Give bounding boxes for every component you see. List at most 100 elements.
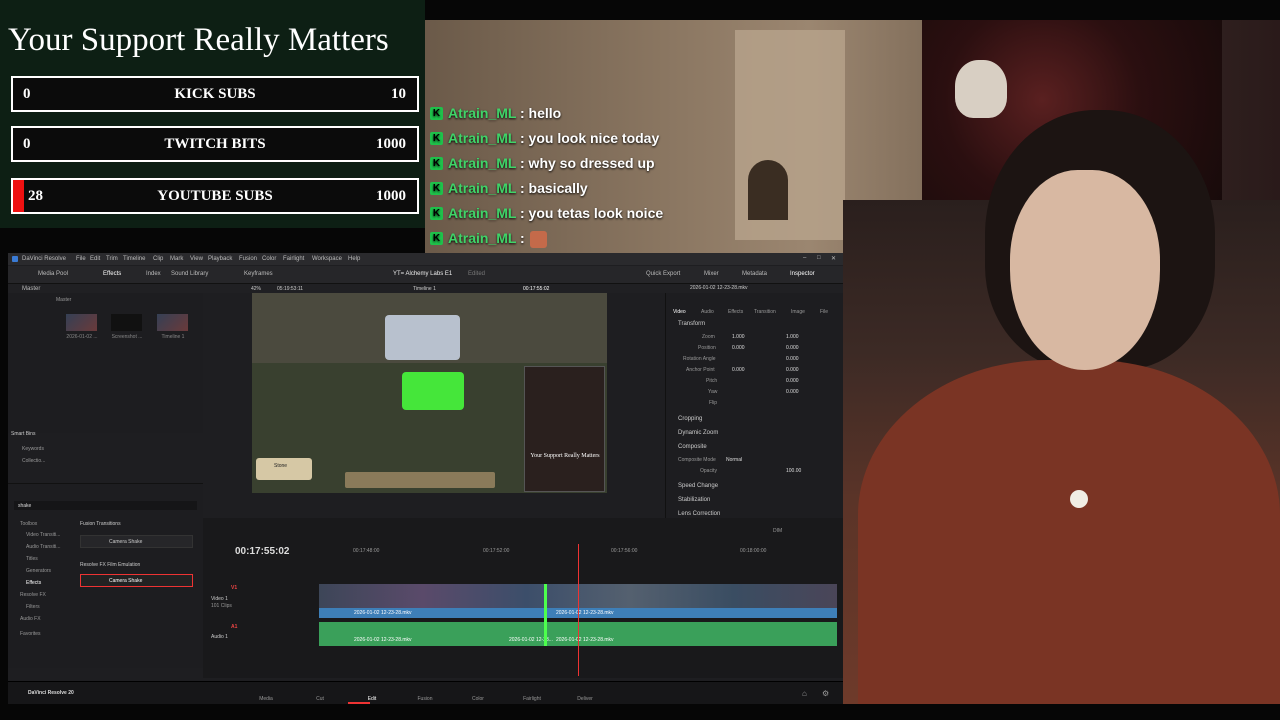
menu-file[interactable]: File [76, 256, 86, 262]
tab-image[interactable]: Image [791, 309, 805, 315]
dim-button[interactable]: DIM [773, 528, 782, 534]
tree-filters[interactable]: Filters [26, 604, 40, 610]
timeline-selector[interactable]: Timeline 1 [413, 286, 436, 292]
sound-library-button[interactable]: Sound Library [171, 271, 208, 277]
transform-section[interactable]: Transform [678, 321, 705, 327]
anchor-x-field[interactable]: 0.000 [732, 367, 745, 373]
timeline-thumbnail[interactable] [157, 314, 188, 331]
tree-effects[interactable]: Effects [26, 580, 41, 586]
edited-status: Edited [468, 271, 486, 277]
edit-marker [544, 584, 547, 646]
tree-generators[interactable]: Generators [26, 568, 51, 574]
menu-workspace[interactable]: Workspace [312, 256, 342, 262]
tree-video-transitions[interactable]: Video Transiti... [26, 532, 60, 538]
page-cut[interactable]: Cut [300, 696, 340, 702]
effects-search-input[interactable]: shake [14, 501, 197, 510]
timeline-timecode: 00:17:55:02 [235, 546, 290, 557]
close-icon[interactable]: ✕ [831, 255, 836, 262]
menu-clip[interactable]: Clip [153, 256, 163, 262]
camera-shake-transition-item[interactable]: Camera Shake [80, 535, 193, 548]
goal-label: YOUTUBE SUBS [157, 188, 273, 204]
chat-message: K Atrain_ML: why so dressed up [428, 154, 728, 179]
position-label: Position [698, 345, 716, 351]
tree-audio-fx[interactable]: Audio FX [20, 616, 41, 622]
tab-audio[interactable]: Audio [701, 309, 714, 315]
camera-shake-effect-item[interactable]: Camera Shake [80, 574, 193, 587]
menu-fusion[interactable]: Fusion [239, 256, 257, 262]
tree-audio-transitions[interactable]: Audio Transiti... [26, 544, 60, 550]
track-a1: A1 [231, 624, 238, 630]
page-media[interactable]: Media [246, 696, 286, 702]
clip-thumbnail[interactable] [66, 314, 97, 331]
app-title: DaVinci Resolve [22, 256, 66, 262]
tree-titles[interactable]: Titles [26, 556, 38, 562]
anchor-y-field[interactable]: 0.000 [786, 367, 799, 373]
position-y-field[interactable]: 0.000 [786, 345, 799, 351]
menu-playback[interactable]: Playback [208, 256, 232, 262]
brand-label: DaVinci Resolve 20 [28, 690, 74, 696]
playhead[interactable] [578, 544, 579, 676]
page-fusion[interactable]: Fusion [405, 696, 445, 702]
tab-video[interactable]: Video [673, 309, 686, 315]
metadata-button[interactable]: Metadata [742, 271, 767, 277]
home-icon[interactable]: ⌂ [802, 689, 807, 698]
menu-fairlight[interactable]: Fairlight [283, 256, 304, 262]
clip-thumbnail[interactable] [111, 314, 142, 331]
speed-change-section[interactable]: Speed Change [678, 483, 718, 489]
tab-transition[interactable]: Transition [754, 309, 776, 315]
menu-help[interactable]: Help [348, 256, 360, 262]
tab-effects[interactable]: Effects [728, 309, 743, 315]
rotation-field[interactable]: 0.000 [786, 356, 799, 362]
ruler-tick: 00:18:00:00 [740, 548, 767, 554]
chat-message: K Atrain_ML: you tetas look noice [428, 204, 728, 229]
tree-favorites[interactable]: Favorites [20, 631, 41, 637]
zoom-level[interactable]: 42% [251, 286, 261, 292]
record-timecode: 00:17:55:02 [523, 286, 550, 292]
menu-mark[interactable]: Mark [170, 256, 183, 262]
game-flower-pot [385, 315, 460, 360]
position-x-field[interactable]: 0.000 [732, 345, 745, 351]
pitch-field[interactable]: 0.000 [786, 378, 799, 384]
media-pool-button[interactable]: Media Pool [38, 271, 68, 277]
opacity-field[interactable]: 100.00 [786, 468, 801, 474]
tree-toolbox[interactable]: Toolbox [20, 521, 37, 527]
tree-resolve-fx[interactable]: Resolve FX [20, 592, 46, 598]
menu-timeline[interactable]: Timeline [123, 256, 145, 262]
zoom-y-field[interactable]: 1.000 [786, 334, 799, 340]
keywords-bin[interactable]: Keywords [22, 446, 44, 452]
collections-bin[interactable]: Collectio... [22, 458, 45, 464]
page-fairlight[interactable]: Fairlight [512, 696, 552, 702]
clip-name: 2026-01-02 12-23-28.mkv [354, 610, 412, 616]
effects-button[interactable]: Effects [103, 271, 121, 277]
green-slime-object [402, 372, 464, 410]
kick-icon: K [430, 207, 443, 220]
zoom-x-field[interactable]: 1.000 [732, 334, 745, 340]
page-color[interactable]: Color [458, 696, 498, 702]
quick-export-button[interactable]: Quick Export [646, 271, 680, 277]
dynamic-zoom-section[interactable]: Dynamic Zoom [678, 430, 718, 436]
menu-edit[interactable]: Edit [90, 256, 100, 262]
maximize-icon[interactable]: □ [817, 255, 821, 261]
menu-view[interactable]: View [190, 256, 203, 262]
bin-label[interactable]: Master [56, 297, 71, 303]
inspector-button[interactable]: Inspector [790, 271, 815, 277]
flip-label: Flip [709, 400, 718, 406]
gear-icon[interactable]: ⚙ [822, 689, 829, 698]
stabilization-section[interactable]: Stabilization [678, 497, 710, 503]
menu-trim[interactable]: Trim [106, 256, 118, 262]
lens-correction-section[interactable]: Lens Correction [678, 511, 720, 517]
cropping-section[interactable]: Cropping [678, 416, 702, 422]
tab-file[interactable]: File [820, 309, 828, 315]
page-deliver[interactable]: Deliver [565, 696, 605, 702]
composite-section[interactable]: Composite [678, 444, 707, 450]
zoom-label: Zoom [702, 334, 715, 340]
minimize-icon[interactable]: – [803, 255, 806, 261]
index-button[interactable]: Index [146, 271, 161, 277]
yaw-field[interactable]: 0.000 [786, 389, 799, 395]
streamer-face [1010, 170, 1160, 370]
composite-mode-select[interactable]: Normal [726, 457, 742, 463]
menu-color[interactable]: Color [262, 256, 276, 262]
goal-kick-subs: 0 KICK SUBS 10 [11, 76, 419, 112]
keyframes-button[interactable]: Keyframes [244, 271, 273, 277]
mixer-button[interactable]: Mixer [704, 271, 719, 277]
